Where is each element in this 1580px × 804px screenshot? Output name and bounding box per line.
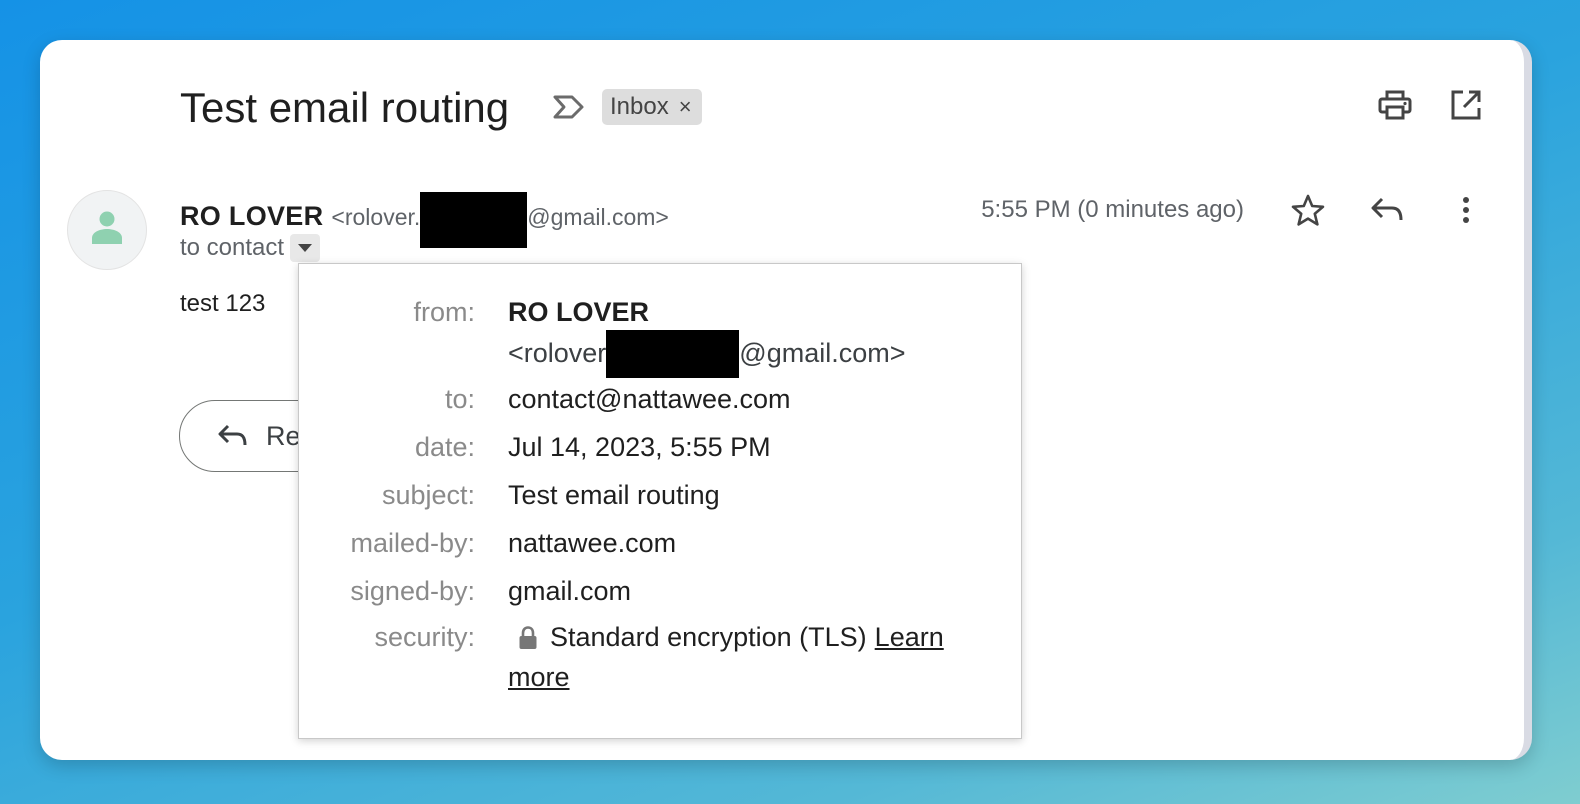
date-key: date: (414, 432, 475, 462)
sender-email-suffix: @gmail.com> (527, 203, 669, 230)
message-details-popup: from: RO LOVER <rolover @gmail.com> to: … (298, 263, 1022, 739)
security-value: Standard encryption (TLS) (550, 622, 867, 652)
date-value: Jul 14, 2023, 5:55 PM (508, 432, 771, 462)
to-value: contact@nattawee.com (508, 384, 791, 414)
from-email-suffix: @gmail.com> (739, 337, 906, 368)
subject-value: Test email routing (508, 480, 720, 510)
email-view-card: Test email routing Inbox × RO LOVER <rol… (40, 40, 1532, 760)
security-value-line: Standard encryption (TLS) Learn (508, 622, 944, 653)
security-key: security: (374, 622, 475, 652)
person-icon (90, 210, 124, 251)
more-vert-icon (1462, 196, 1470, 229)
remove-label-icon[interactable]: × (679, 94, 692, 120)
learn-more-link-cont[interactable]: more (508, 662, 570, 693)
redaction-box (606, 330, 740, 378)
signed-by-key: signed-by: (350, 576, 475, 606)
reply-icon (218, 424, 247, 446)
star-outline-icon (1291, 194, 1325, 231)
star-button[interactable] (1286, 190, 1330, 234)
signed-by-value: gmail.com (508, 576, 632, 606)
mailed-by-value: nattawee.com (508, 528, 677, 558)
reply-icon (1370, 196, 1404, 229)
sender-email: <rolover. @gmail.com> (331, 192, 669, 248)
subject-key: subject: (381, 480, 475, 510)
learn-more-link[interactable]: Learn (875, 622, 944, 653)
sender-avatar[interactable] (67, 190, 147, 270)
recipient-line: to contact (180, 234, 321, 262)
reply-icon-button[interactable] (1365, 190, 1409, 234)
open-in-new-icon (1450, 89, 1482, 126)
label-outline-icon[interactable] (552, 92, 586, 122)
email-subject: Test email routing (180, 84, 510, 131)
from-key: from: (413, 297, 475, 327)
from-email-prefix: <rolover (508, 337, 607, 368)
print-button[interactable] (1373, 85, 1417, 129)
caret-down-icon (298, 244, 313, 252)
label-chip-inbox[interactable]: Inbox × (602, 89, 702, 125)
more-options-button[interactable] (1444, 190, 1488, 234)
open-in-new-window-button[interactable] (1444, 85, 1488, 129)
email-body: test 123 (180, 290, 266, 317)
email-timestamp: 5:55 PM (0 minutes ago) (981, 196, 1244, 223)
show-details-button[interactable] (290, 234, 321, 262)
lock-icon (518, 625, 538, 650)
to-key: to: (444, 384, 475, 414)
redaction-box (420, 192, 528, 248)
sender-email-prefix: <rolover. (331, 203, 421, 230)
from-name: RO LOVER (508, 297, 650, 327)
sender-name[interactable]: RO LOVER (180, 201, 323, 232)
from-email: <rolover @gmail.com> (508, 328, 906, 378)
mailed-by-key: mailed-by: (350, 528, 475, 558)
label-chip-text: Inbox (610, 93, 669, 120)
print-icon (1378, 90, 1412, 125)
recipient-summary: to contact (180, 234, 285, 261)
